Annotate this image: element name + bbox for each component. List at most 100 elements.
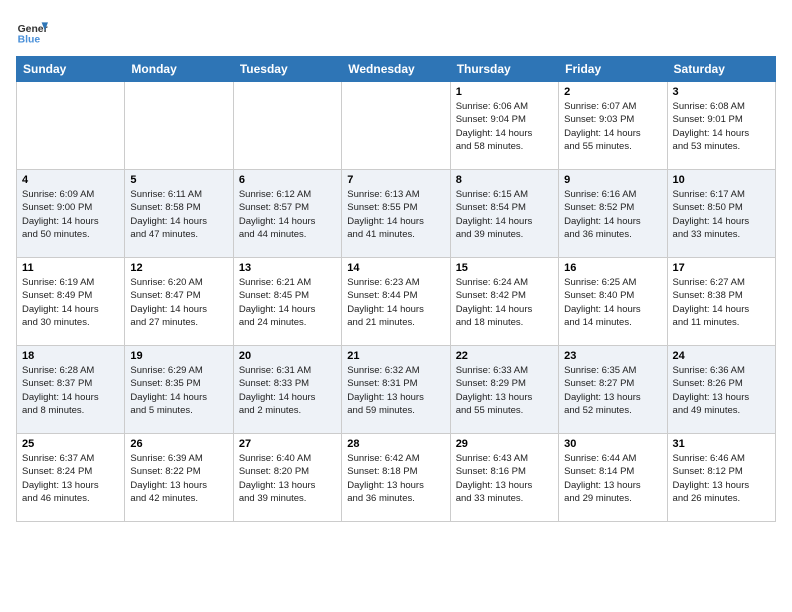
day-info: Sunrise: 6:42 AM Sunset: 8:18 PM Dayligh… xyxy=(347,452,444,505)
day-cell: 10 Sunrise: 6:17 AM Sunset: 8:50 PM Dayli… xyxy=(667,170,775,258)
day-cell: 16 Sunrise: 6:25 AM Sunset: 8:40 PM Dayli… xyxy=(559,258,667,346)
day-cell xyxy=(125,82,233,170)
day-number: 19 xyxy=(130,350,227,362)
svg-text:Blue: Blue xyxy=(18,34,41,45)
week-row-2: 4 Sunrise: 6:09 AM Sunset: 9:00 PM Daylig… xyxy=(17,170,776,258)
day-number: 8 xyxy=(456,174,553,186)
day-cell: 27 Sunrise: 6:40 AM Sunset: 8:20 PM Dayli… xyxy=(233,434,341,522)
day-info: Sunrise: 6:36 AM Sunset: 8:26 PM Dayligh… xyxy=(673,364,770,417)
calendar-table: SundayMondayTuesdayWednesdayThursdayFrid… xyxy=(16,56,776,522)
day-info: Sunrise: 6:11 AM Sunset: 8:58 PM Dayligh… xyxy=(130,188,227,241)
day-cell: 14 Sunrise: 6:23 AM Sunset: 8:44 PM Dayli… xyxy=(342,258,450,346)
day-cell: 29 Sunrise: 6:43 AM Sunset: 8:16 PM Dayli… xyxy=(450,434,558,522)
day-cell: 25Sunrise: 6:37 AM Sunset: 8:24 PM Dayli… xyxy=(17,434,125,522)
week-row-3: 11 Sunrise: 6:19 AM Sunset: 8:49 PM Dayli… xyxy=(17,258,776,346)
day-number: 30 xyxy=(564,438,661,450)
day-number: 20 xyxy=(239,350,336,362)
day-number: 2 xyxy=(564,86,661,98)
day-info: Sunrise: 6:23 AM Sunset: 8:44 PM Dayligh… xyxy=(347,276,444,329)
day-info: Sunrise: 6:13 AM Sunset: 8:55 PM Dayligh… xyxy=(347,188,444,241)
day-cell: 15 Sunrise: 6:24 AM Sunset: 8:42 PM Dayli… xyxy=(450,258,558,346)
day-number: 4 xyxy=(22,174,119,186)
day-cell: 21Sunrise: 6:32 AM Sunset: 8:31 PM Dayli… xyxy=(342,346,450,434)
day-cell: 1Sunrise: 6:06 AM Sunset: 9:04 PM Daylig… xyxy=(450,82,558,170)
day-info: Sunrise: 6:21 AM Sunset: 8:45 PM Dayligh… xyxy=(239,276,336,329)
day-info: Sunrise: 6:29 AM Sunset: 8:35 PM Dayligh… xyxy=(130,364,227,417)
day-number: 3 xyxy=(673,86,770,98)
day-cell: 9Sunrise: 6:16 AM Sunset: 8:52 PM Daylig… xyxy=(559,170,667,258)
day-info: Sunrise: 6:28 AM Sunset: 8:37 PM Dayligh… xyxy=(22,364,119,417)
day-cell: 2 Sunrise: 6:07 AM Sunset: 9:03 PM Daylig… xyxy=(559,82,667,170)
day-number: 23 xyxy=(564,350,661,362)
day-cell: 17 Sunrise: 6:27 AM Sunset: 8:38 PM Dayli… xyxy=(667,258,775,346)
day-info: Sunrise: 6:25 AM Sunset: 8:40 PM Dayligh… xyxy=(564,276,661,329)
day-number: 9 xyxy=(564,174,661,186)
day-info: Sunrise: 6:40 AM Sunset: 8:20 PM Dayligh… xyxy=(239,452,336,505)
day-cell: 22Sunrise: 6:33 AM Sunset: 8:29 PM Dayli… xyxy=(450,346,558,434)
day-number: 26 xyxy=(130,438,227,450)
day-info: Sunrise: 6:46 AM Sunset: 8:12 PM Dayligh… xyxy=(673,452,770,505)
day-cell: 24Sunrise: 6:36 AM Sunset: 8:26 PM Dayli… xyxy=(667,346,775,434)
day-cell: 11 Sunrise: 6:19 AM Sunset: 8:49 PM Dayli… xyxy=(17,258,125,346)
day-header-monday: Monday xyxy=(125,57,233,82)
day-cell: 7 Sunrise: 6:13 AM Sunset: 8:55 PM Daylig… xyxy=(342,170,450,258)
day-cell: 20 Sunrise: 6:31 AM Sunset: 8:33 PM Dayli… xyxy=(233,346,341,434)
day-info: Sunrise: 6:09 AM Sunset: 9:00 PM Dayligh… xyxy=(22,188,119,241)
day-info: Sunrise: 6:20 AM Sunset: 8:47 PM Dayligh… xyxy=(130,276,227,329)
day-info: Sunrise: 6:31 AM Sunset: 8:33 PM Dayligh… xyxy=(239,364,336,417)
day-number: 11 xyxy=(22,262,119,274)
day-info: Sunrise: 6:44 AM Sunset: 8:14 PM Dayligh… xyxy=(564,452,661,505)
day-info: Sunrise: 6:35 AM Sunset: 8:27 PM Dayligh… xyxy=(564,364,661,417)
day-number: 17 xyxy=(673,262,770,274)
day-number: 5 xyxy=(130,174,227,186)
day-cell xyxy=(342,82,450,170)
day-cell: 6 Sunrise: 6:12 AM Sunset: 8:57 PM Daylig… xyxy=(233,170,341,258)
week-row-5: 25Sunrise: 6:37 AM Sunset: 8:24 PM Dayli… xyxy=(17,434,776,522)
day-number: 12 xyxy=(130,262,227,274)
day-info: Sunrise: 6:37 AM Sunset: 8:24 PM Dayligh… xyxy=(22,452,119,505)
day-number: 28 xyxy=(347,438,444,450)
day-number: 7 xyxy=(347,174,444,186)
day-info: Sunrise: 6:06 AM Sunset: 9:04 PM Dayligh… xyxy=(456,100,553,153)
day-number: 29 xyxy=(456,438,553,450)
day-cell xyxy=(17,82,125,170)
day-cell: 3 Sunrise: 6:08 AM Sunset: 9:01 PM Daylig… xyxy=(667,82,775,170)
day-number: 15 xyxy=(456,262,553,274)
day-info: Sunrise: 6:19 AM Sunset: 8:49 PM Dayligh… xyxy=(22,276,119,329)
day-number: 10 xyxy=(673,174,770,186)
day-header-friday: Friday xyxy=(559,57,667,82)
day-header-saturday: Saturday xyxy=(667,57,775,82)
day-info: Sunrise: 6:43 AM Sunset: 8:16 PM Dayligh… xyxy=(456,452,553,505)
day-info: Sunrise: 6:33 AM Sunset: 8:29 PM Dayligh… xyxy=(456,364,553,417)
day-info: Sunrise: 6:08 AM Sunset: 9:01 PM Dayligh… xyxy=(673,100,770,153)
day-cell: 13 Sunrise: 6:21 AM Sunset: 8:45 PM Dayli… xyxy=(233,258,341,346)
day-number: 14 xyxy=(347,262,444,274)
day-number: 27 xyxy=(239,438,336,450)
logo: General Blue xyxy=(16,16,48,48)
day-number: 18 xyxy=(22,350,119,362)
day-info: Sunrise: 6:17 AM Sunset: 8:50 PM Dayligh… xyxy=(673,188,770,241)
day-info: Sunrise: 6:39 AM Sunset: 8:22 PM Dayligh… xyxy=(130,452,227,505)
day-info: Sunrise: 6:24 AM Sunset: 8:42 PM Dayligh… xyxy=(456,276,553,329)
day-info: Sunrise: 6:15 AM Sunset: 8:54 PM Dayligh… xyxy=(456,188,553,241)
day-info: Sunrise: 6:27 AM Sunset: 8:38 PM Dayligh… xyxy=(673,276,770,329)
day-number: 21 xyxy=(347,350,444,362)
week-row-1: 1Sunrise: 6:06 AM Sunset: 9:04 PM Daylig… xyxy=(17,82,776,170)
day-cell: 31Sunrise: 6:46 AM Sunset: 8:12 PM Dayli… xyxy=(667,434,775,522)
day-cell: 19 Sunrise: 6:29 AM Sunset: 8:35 PM Dayli… xyxy=(125,346,233,434)
week-row-4: 18 Sunrise: 6:28 AM Sunset: 8:37 PM Dayli… xyxy=(17,346,776,434)
day-number: 6 xyxy=(239,174,336,186)
day-header-thursday: Thursday xyxy=(450,57,558,82)
day-header-wednesday: Wednesday xyxy=(342,57,450,82)
day-cell: 23 Sunrise: 6:35 AM Sunset: 8:27 PM Dayli… xyxy=(559,346,667,434)
logo-icon: General Blue xyxy=(16,16,48,48)
day-cell: 26 Sunrise: 6:39 AM Sunset: 8:22 PM Dayli… xyxy=(125,434,233,522)
day-number: 16 xyxy=(564,262,661,274)
day-info: Sunrise: 6:07 AM Sunset: 9:03 PM Dayligh… xyxy=(564,100,661,153)
day-cell: 5 Sunrise: 6:11 AM Sunset: 8:58 PM Daylig… xyxy=(125,170,233,258)
day-cell: 12 Sunrise: 6:20 AM Sunset: 8:47 PM Dayli… xyxy=(125,258,233,346)
day-info: Sunrise: 6:12 AM Sunset: 8:57 PM Dayligh… xyxy=(239,188,336,241)
header: General Blue xyxy=(16,16,776,48)
day-number: 13 xyxy=(239,262,336,274)
day-cell: 30 Sunrise: 6:44 AM Sunset: 8:14 PM Dayli… xyxy=(559,434,667,522)
